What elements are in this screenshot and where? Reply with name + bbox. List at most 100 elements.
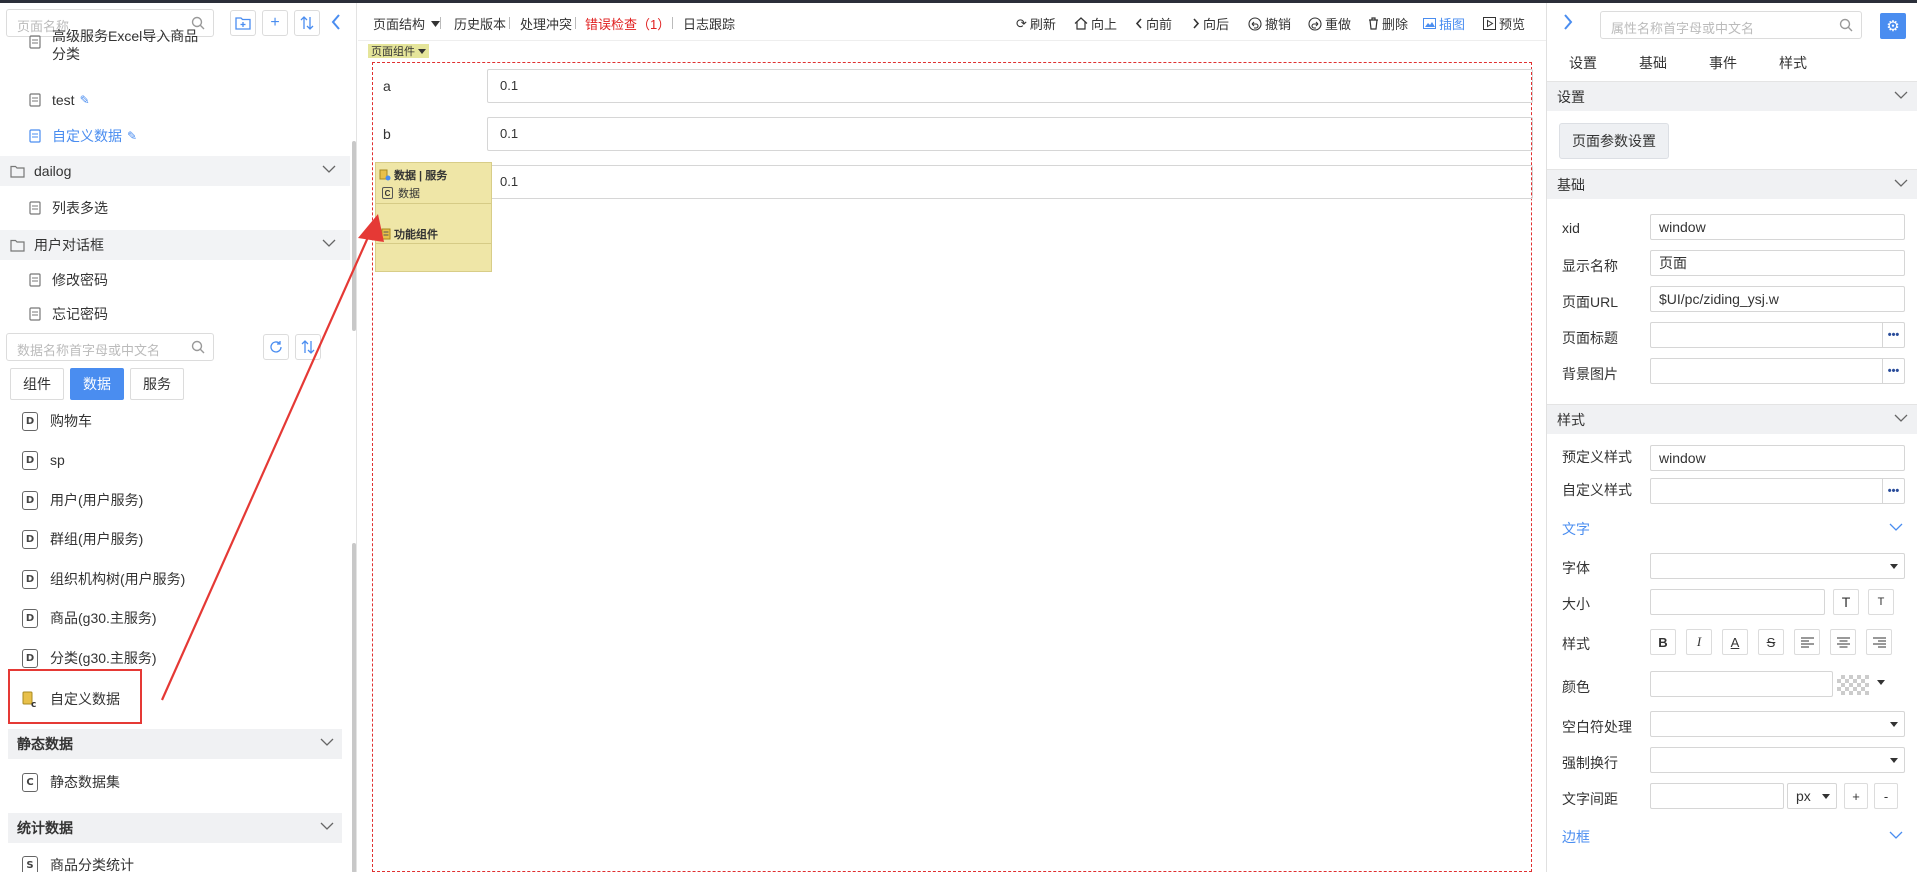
font-size-input[interactable] xyxy=(1650,589,1825,615)
data-item[interactable]: D 购物车 xyxy=(0,405,340,437)
field-input-bg-image[interactable]: ••• xyxy=(1650,358,1905,384)
wrap-select[interactable] xyxy=(1650,747,1905,773)
sort-data-button[interactable] xyxy=(295,334,321,360)
spacing-unit-select[interactable]: px xyxy=(1787,783,1837,809)
more-dots-icon[interactable]: ••• xyxy=(1882,359,1904,383)
font-decrease-button[interactable]: T xyxy=(1868,589,1894,615)
conflict-button[interactable]: 处理冲突 xyxy=(520,14,572,33)
insert-image-button[interactable]: 插图 xyxy=(1423,14,1465,33)
more-dots-icon[interactable]: ••• xyxy=(1882,479,1904,503)
align-left-button[interactable] xyxy=(1794,629,1820,655)
align-center-button[interactable] xyxy=(1830,629,1856,655)
tab-components[interactable]: 组件 xyxy=(10,368,64,400)
tree-item-custom-data[interactable]: 自定义数据 ✎ xyxy=(0,121,350,151)
section-basic[interactable]: 基础 xyxy=(1547,169,1917,199)
chevron-down-icon xyxy=(1889,522,1903,532)
field-label-size: 大小 xyxy=(1562,596,1590,612)
data-scrollbar[interactable] xyxy=(352,543,356,872)
section-settings[interactable]: 设置 xyxy=(1547,81,1917,111)
caret-down-icon[interactable] xyxy=(1877,680,1885,685)
align-right-button[interactable] xyxy=(1866,629,1892,655)
up-button[interactable]: 向上 xyxy=(1074,14,1117,33)
tab-style[interactable]: 样式 xyxy=(1779,53,1807,73)
palette-func-item[interactable]: 功能组件 xyxy=(381,226,438,242)
pencil-icon[interactable]: ✎ xyxy=(80,93,90,107)
error-check-button[interactable]: 错误检查（1） xyxy=(585,14,670,33)
field-input-page-title[interactable]: ••• xyxy=(1650,322,1905,348)
field-input-predef-style[interactable]: window xyxy=(1650,445,1905,471)
section-style[interactable]: 样式 xyxy=(1547,404,1917,434)
settings-gear-button[interactable]: ⚙ xyxy=(1880,13,1906,39)
section-stats-data[interactable]: 统计数据 xyxy=(8,813,342,843)
data-item-stats[interactable]: S 商品分类统计 xyxy=(0,849,340,872)
section-static-data[interactable]: 静态数据 xyxy=(8,729,342,759)
tab-events[interactable]: 事件 xyxy=(1709,53,1737,73)
spacing-minus-button[interactable]: - xyxy=(1874,783,1898,809)
history-button[interactable]: 历史版本 xyxy=(454,14,506,33)
field-input-display-name[interactable]: 页面 xyxy=(1650,250,1905,276)
tree-item-forget-pwd[interactable]: 忘记密码 xyxy=(0,299,350,329)
field-input-xid[interactable]: window xyxy=(1650,214,1905,240)
preview-button[interactable]: 预览 xyxy=(1483,14,1525,33)
tab-settings[interactable]: 设置 xyxy=(1569,53,1597,73)
page-frame[interactable]: a 0.1 b 0.1 0.1 xyxy=(372,62,1533,872)
strikethrough-button[interactable]: S xyxy=(1758,629,1784,655)
spacing-plus-button[interactable]: + xyxy=(1844,783,1868,809)
delete-button[interactable]: 删除 xyxy=(1368,14,1408,33)
divider xyxy=(575,17,576,29)
palette-header[interactable]: 数据 | 服务 xyxy=(379,167,447,183)
forward-button[interactable]: 向前 xyxy=(1135,14,1172,33)
property-search-input[interactable]: 属性名称首字母或中文名 xyxy=(1600,11,1862,39)
pencil-icon[interactable]: ✎ xyxy=(127,129,137,143)
tree-item-change-pwd[interactable]: 修改密码 xyxy=(0,265,350,295)
more-dots-icon[interactable]: ••• xyxy=(1882,323,1904,347)
tab-basic[interactable]: 基础 xyxy=(1639,53,1667,73)
redo-button[interactable]: 重做 xyxy=(1308,14,1351,33)
log-button[interactable]: 日志跟踪 xyxy=(683,14,735,33)
italic-button[interactable]: I xyxy=(1686,629,1712,655)
page-component-tag[interactable]: 页面组件 xyxy=(368,44,429,58)
subsection-border[interactable]: 边框 xyxy=(1562,827,1903,847)
subsection-text[interactable]: 文字 xyxy=(1562,519,1903,539)
data-item[interactable]: D 群组(用户服务) xyxy=(0,523,340,555)
underline-button[interactable]: A xyxy=(1722,629,1748,655)
sort-icon xyxy=(300,16,314,30)
tree-scrollbar[interactable] xyxy=(352,141,356,331)
tree-folder-user-dialog[interactable]: 用户对话框 xyxy=(0,230,350,260)
collapse-left-button[interactable] xyxy=(330,13,342,31)
palette-data-item[interactable]: C 数据 xyxy=(382,185,420,201)
expand-right-button[interactable] xyxy=(1562,13,1574,31)
form-input[interactable]: 0.1 xyxy=(487,69,1533,103)
tree-item-test[interactable]: test ✎ xyxy=(0,85,350,115)
data-item[interactable]: D 组织机构树(用户服务) xyxy=(0,563,340,595)
color-input[interactable] xyxy=(1650,671,1833,697)
tree-item-partial[interactable]: 高级服务Excel导入商品 分类 xyxy=(0,28,350,73)
color-swatch[interactable] xyxy=(1837,675,1869,695)
spacing-unit-label: px xyxy=(1796,788,1811,804)
field-input-page-url[interactable]: $UI/pc/ziding_ysj.w xyxy=(1650,286,1905,312)
tree-item-list-multi[interactable]: 列表多选 xyxy=(0,193,350,223)
font-increase-button[interactable]: T xyxy=(1833,589,1859,615)
font-select[interactable] xyxy=(1650,553,1905,579)
letter-spacing-input[interactable] xyxy=(1650,783,1784,809)
form-input[interactable]: 0.1 xyxy=(487,165,1533,199)
field-input-custom-style[interactable]: ••• xyxy=(1650,478,1905,504)
data-item[interactable]: D 用户(用户服务) xyxy=(0,484,340,516)
page-structure-dropdown[interactable]: 页面结构 xyxy=(373,14,441,33)
page-param-button[interactable]: 页面参数设置 xyxy=(1559,123,1669,159)
whitespace-select[interactable] xyxy=(1650,711,1905,737)
data-search-input[interactable]: 数据名称首字母或中文名 xyxy=(6,333,214,361)
undo-button[interactable]: 撤销 xyxy=(1248,14,1291,33)
tab-data[interactable]: 数据 xyxy=(70,368,124,400)
data-item[interactable]: D 商品(g30.主服务) xyxy=(0,602,340,634)
backward-button[interactable]: 向后 xyxy=(1192,14,1229,33)
data-item[interactable]: Dsp xyxy=(0,444,340,476)
tab-services[interactable]: 服务 xyxy=(130,368,184,400)
data-item-static[interactable]: C 静态数据集 xyxy=(0,766,340,798)
form-input[interactable]: 0.1 xyxy=(487,117,1533,151)
refresh-button[interactable]: ⟳ 刷新 xyxy=(1016,14,1056,33)
bold-button[interactable]: B xyxy=(1650,629,1676,655)
tree-folder-dailog[interactable]: dailog xyxy=(0,156,350,186)
design-canvas[interactable]: 页面组件 a 0.1 b 0.1 0.1 数据 | 服务 C 数据 功能组件 xyxy=(358,41,1546,872)
refresh-data-button[interactable] xyxy=(263,334,289,360)
